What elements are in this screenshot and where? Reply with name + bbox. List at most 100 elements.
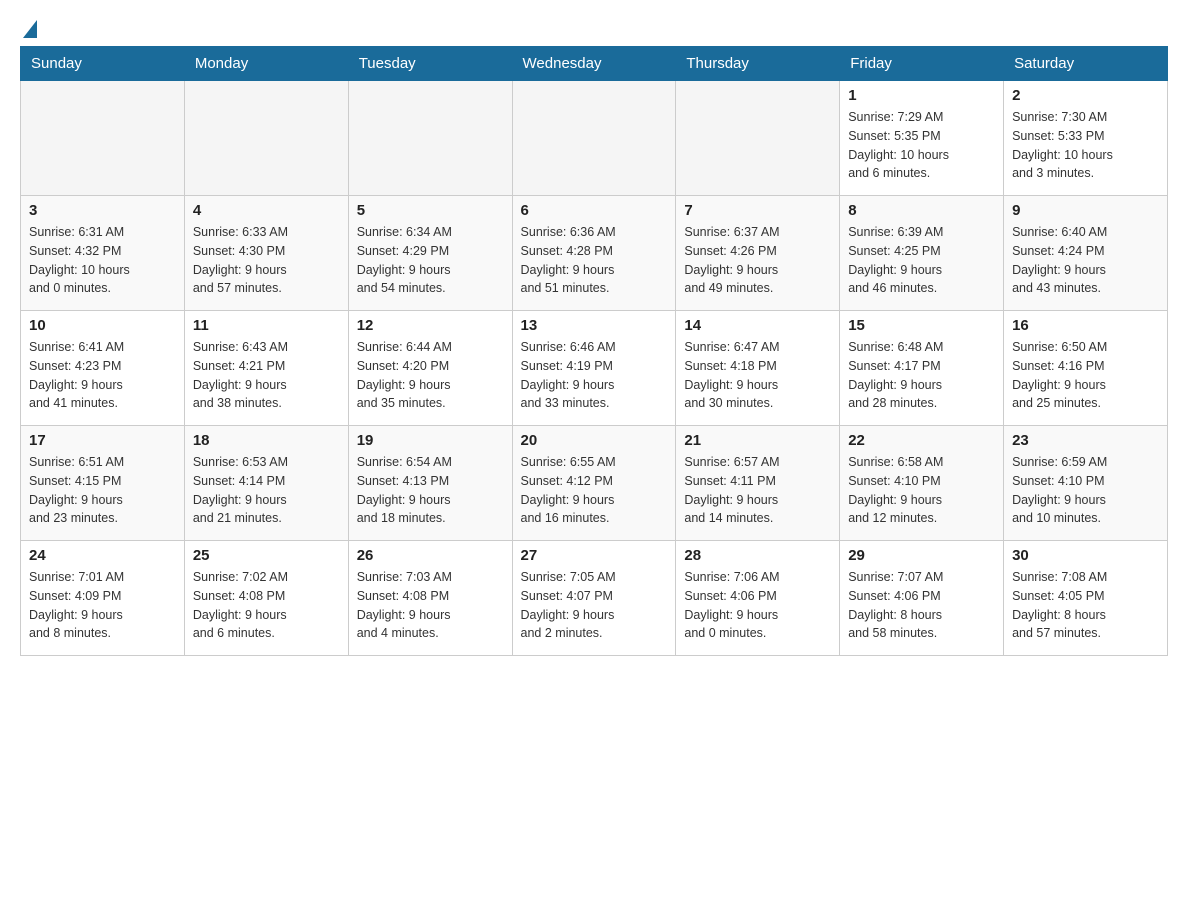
day-info: Sunrise: 6:51 AM Sunset: 4:15 PM Dayligh… bbox=[29, 453, 176, 528]
calendar-header-row: SundayMondayTuesdayWednesdayThursdayFrid… bbox=[21, 47, 1168, 81]
day-number: 16 bbox=[1012, 317, 1159, 334]
calendar-cell: 25 Sunrise: 7:02 AM Sunset: 4:08 PM Dayli… bbox=[184, 541, 348, 656]
calendar-cell: 24 Sunrise: 7:01 AM Sunset: 4:09 PM Dayli… bbox=[21, 541, 185, 656]
day-info: Sunrise: 6:46 AM Sunset: 4:19 PM Dayligh… bbox=[521, 338, 668, 413]
day-info: Sunrise: 7:29 AM Sunset: 5:35 PM Dayligh… bbox=[848, 108, 995, 183]
day-number: 7 bbox=[684, 202, 831, 219]
calendar-cell: 7 Sunrise: 6:37 AM Sunset: 4:26 PM Daylig… bbox=[676, 196, 840, 311]
day-number: 23 bbox=[1012, 432, 1159, 449]
calendar-cell: 15Sunrise: 6:48 AM Sunset: 4:17 PM Dayli… bbox=[840, 311, 1004, 426]
day-info: Sunrise: 7:30 AM Sunset: 5:33 PM Dayligh… bbox=[1012, 108, 1159, 183]
day-number: 22 bbox=[848, 432, 995, 449]
calendar-cell: 18 Sunrise: 6:53 AM Sunset: 4:14 PM Dayli… bbox=[184, 426, 348, 541]
day-info: Sunrise: 6:36 AM Sunset: 4:28 PM Dayligh… bbox=[521, 223, 668, 298]
day-info: Sunrise: 6:48 AM Sunset: 4:17 PM Dayligh… bbox=[848, 338, 995, 413]
calendar-cell: 20 Sunrise: 6:55 AM Sunset: 4:12 PM Dayli… bbox=[512, 426, 676, 541]
day-number: 12 bbox=[357, 317, 504, 334]
calendar-cell: 21 Sunrise: 6:57 AM Sunset: 4:11 PM Dayli… bbox=[676, 426, 840, 541]
day-number: 8 bbox=[848, 202, 995, 219]
day-info: Sunrise: 6:41 AM Sunset: 4:23 PM Dayligh… bbox=[29, 338, 176, 413]
day-info: Sunrise: 6:57 AM Sunset: 4:11 PM Dayligh… bbox=[684, 453, 831, 528]
calendar-cell: 11 Sunrise: 6:43 AM Sunset: 4:21 PM Dayli… bbox=[184, 311, 348, 426]
day-number: 18 bbox=[193, 432, 340, 449]
calendar-cell: 6Sunrise: 6:36 AM Sunset: 4:28 PM Daylig… bbox=[512, 196, 676, 311]
day-info: Sunrise: 7:01 AM Sunset: 4:09 PM Dayligh… bbox=[29, 568, 176, 643]
day-info: Sunrise: 6:39 AM Sunset: 4:25 PM Dayligh… bbox=[848, 223, 995, 298]
calendar-cell: 28 Sunrise: 7:06 AM Sunset: 4:06 PM Dayli… bbox=[676, 541, 840, 656]
day-info: Sunrise: 7:05 AM Sunset: 4:07 PM Dayligh… bbox=[521, 568, 668, 643]
day-number: 2 bbox=[1012, 87, 1159, 104]
day-number: 17 bbox=[29, 432, 176, 449]
calendar-cell: 10 Sunrise: 6:41 AM Sunset: 4:23 PM Dayli… bbox=[21, 311, 185, 426]
day-number: 27 bbox=[521, 547, 668, 564]
day-number: 29 bbox=[848, 547, 995, 564]
day-number: 21 bbox=[684, 432, 831, 449]
day-number: 13 bbox=[521, 317, 668, 334]
calendar-cell: 22 Sunrise: 6:58 AM Sunset: 4:10 PM Dayli… bbox=[840, 426, 1004, 541]
page-header bbox=[20, 20, 1168, 36]
day-info: Sunrise: 6:54 AM Sunset: 4:13 PM Dayligh… bbox=[357, 453, 504, 528]
day-number: 10 bbox=[29, 317, 176, 334]
calendar-cell: 8 Sunrise: 6:39 AM Sunset: 4:25 PM Daylig… bbox=[840, 196, 1004, 311]
day-number: 3 bbox=[29, 202, 176, 219]
day-number: 24 bbox=[29, 547, 176, 564]
calendar-cell: 27 Sunrise: 7:05 AM Sunset: 4:07 PM Dayli… bbox=[512, 541, 676, 656]
calendar-week-row: 1 Sunrise: 7:29 AM Sunset: 5:35 PM Daylig… bbox=[21, 81, 1168, 196]
calendar-cell: 29 Sunrise: 7:07 AM Sunset: 4:06 PM Dayli… bbox=[840, 541, 1004, 656]
calendar-cell: 17 Sunrise: 6:51 AM Sunset: 4:15 PM Dayli… bbox=[21, 426, 185, 541]
day-info: Sunrise: 7:02 AM Sunset: 4:08 PM Dayligh… bbox=[193, 568, 340, 643]
calendar-cell: 23 Sunrise: 6:59 AM Sunset: 4:10 PM Dayli… bbox=[1004, 426, 1168, 541]
logo bbox=[20, 20, 37, 36]
day-number: 19 bbox=[357, 432, 504, 449]
day-info: Sunrise: 6:40 AM Sunset: 4:24 PM Dayligh… bbox=[1012, 223, 1159, 298]
day-number: 11 bbox=[193, 317, 340, 334]
day-number: 28 bbox=[684, 547, 831, 564]
calendar-cell: 3 Sunrise: 6:31 AM Sunset: 4:32 PM Daylig… bbox=[21, 196, 185, 311]
day-number: 14 bbox=[684, 317, 831, 334]
calendar-cell: 16 Sunrise: 6:50 AM Sunset: 4:16 PM Dayli… bbox=[1004, 311, 1168, 426]
column-header-friday: Friday bbox=[840, 47, 1004, 81]
day-number: 25 bbox=[193, 547, 340, 564]
day-info: Sunrise: 6:34 AM Sunset: 4:29 PM Dayligh… bbox=[357, 223, 504, 298]
calendar-cell: 9Sunrise: 6:40 AM Sunset: 4:24 PM Daylig… bbox=[1004, 196, 1168, 311]
calendar-cell bbox=[184, 81, 348, 196]
calendar-cell: 26Sunrise: 7:03 AM Sunset: 4:08 PM Dayli… bbox=[348, 541, 512, 656]
day-info: Sunrise: 6:47 AM Sunset: 4:18 PM Dayligh… bbox=[684, 338, 831, 413]
day-number: 26 bbox=[357, 547, 504, 564]
day-info: Sunrise: 7:08 AM Sunset: 4:05 PM Dayligh… bbox=[1012, 568, 1159, 643]
calendar-cell: 30 Sunrise: 7:08 AM Sunset: 4:05 PM Dayli… bbox=[1004, 541, 1168, 656]
column-header-tuesday: Tuesday bbox=[348, 47, 512, 81]
calendar-cell: 12 Sunrise: 6:44 AM Sunset: 4:20 PM Dayli… bbox=[348, 311, 512, 426]
day-info: Sunrise: 6:59 AM Sunset: 4:10 PM Dayligh… bbox=[1012, 453, 1159, 528]
calendar-cell: 19 Sunrise: 6:54 AM Sunset: 4:13 PM Dayli… bbox=[348, 426, 512, 541]
day-info: Sunrise: 6:55 AM Sunset: 4:12 PM Dayligh… bbox=[521, 453, 668, 528]
day-info: Sunrise: 6:31 AM Sunset: 4:32 PM Dayligh… bbox=[29, 223, 176, 298]
calendar-cell: 1 Sunrise: 7:29 AM Sunset: 5:35 PM Daylig… bbox=[840, 81, 1004, 196]
logo-arrow-icon bbox=[23, 20, 37, 38]
calendar-week-row: 10 Sunrise: 6:41 AM Sunset: 4:23 PM Dayli… bbox=[21, 311, 1168, 426]
day-info: Sunrise: 6:37 AM Sunset: 4:26 PM Dayligh… bbox=[684, 223, 831, 298]
calendar-cell bbox=[512, 81, 676, 196]
day-number: 20 bbox=[521, 432, 668, 449]
calendar-week-row: 24 Sunrise: 7:01 AM Sunset: 4:09 PM Dayli… bbox=[21, 541, 1168, 656]
day-number: 30 bbox=[1012, 547, 1159, 564]
day-info: Sunrise: 6:43 AM Sunset: 4:21 PM Dayligh… bbox=[193, 338, 340, 413]
calendar-cell bbox=[676, 81, 840, 196]
day-info: Sunrise: 6:53 AM Sunset: 4:14 PM Dayligh… bbox=[193, 453, 340, 528]
column-header-monday: Monday bbox=[184, 47, 348, 81]
calendar-cell bbox=[21, 81, 185, 196]
column-header-wednesday: Wednesday bbox=[512, 47, 676, 81]
day-number: 4 bbox=[193, 202, 340, 219]
calendar-cell: 14 Sunrise: 6:47 AM Sunset: 4:18 PM Dayli… bbox=[676, 311, 840, 426]
day-info: Sunrise: 6:58 AM Sunset: 4:10 PM Dayligh… bbox=[848, 453, 995, 528]
calendar-week-row: 17 Sunrise: 6:51 AM Sunset: 4:15 PM Dayli… bbox=[21, 426, 1168, 541]
calendar-week-row: 3 Sunrise: 6:31 AM Sunset: 4:32 PM Daylig… bbox=[21, 196, 1168, 311]
day-number: 1 bbox=[848, 87, 995, 104]
calendar-cell: 4Sunrise: 6:33 AM Sunset: 4:30 PM Daylig… bbox=[184, 196, 348, 311]
day-info: Sunrise: 6:44 AM Sunset: 4:20 PM Dayligh… bbox=[357, 338, 504, 413]
day-info: Sunrise: 7:07 AM Sunset: 4:06 PM Dayligh… bbox=[848, 568, 995, 643]
calendar-cell: 5Sunrise: 6:34 AM Sunset: 4:29 PM Daylig… bbox=[348, 196, 512, 311]
logo-general bbox=[20, 20, 37, 40]
day-info: Sunrise: 7:06 AM Sunset: 4:06 PM Dayligh… bbox=[684, 568, 831, 643]
day-info: Sunrise: 6:50 AM Sunset: 4:16 PM Dayligh… bbox=[1012, 338, 1159, 413]
